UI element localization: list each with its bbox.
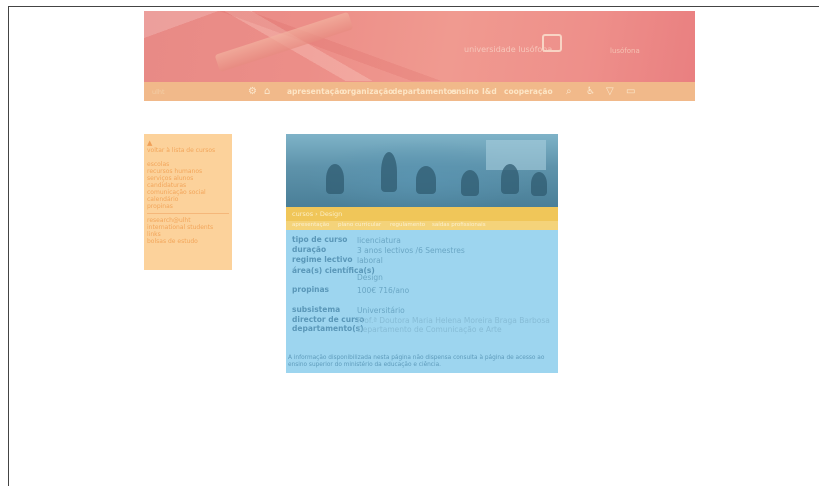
info-value: Design bbox=[357, 273, 383, 282]
info-value: 100€ 716/ano bbox=[357, 286, 410, 295]
sidebar-item-recursos-humanos[interactable]: recursos humanos bbox=[147, 168, 229, 175]
accessibility-icon[interactable]: ♿ bbox=[586, 86, 595, 97]
sidebar-item-candidaturas[interactable]: candidaturas bbox=[147, 182, 229, 189]
tab-regulamento[interactable]: regulamento bbox=[390, 222, 425, 228]
nav-link-departamentos[interactable]: departamentos bbox=[392, 87, 457, 96]
home-icon[interactable]: ⌂ bbox=[264, 86, 270, 97]
info-label: subsistema bbox=[292, 305, 341, 314]
photo-figure bbox=[326, 164, 344, 194]
sidebar-group-main: escolas recursos humanos serviços alunos… bbox=[147, 161, 229, 210]
book-icon[interactable]: ▭ bbox=[626, 86, 635, 97]
nav-link-ensino[interactable]: ensino bbox=[451, 87, 479, 96]
info-label: propinas bbox=[292, 285, 330, 294]
site-label: ulht bbox=[152, 87, 165, 96]
tab-saidas-profissionais[interactable]: saídas profissionais bbox=[432, 222, 486, 228]
photo-figure bbox=[531, 172, 547, 196]
tab-apresentacao[interactable]: apresentação bbox=[292, 222, 329, 228]
sidebar: ▲ voltar à lista de cursos escolas recur… bbox=[144, 134, 232, 270]
course-tabs: apresentação plano curricular regulament… bbox=[286, 221, 558, 230]
nav-link-organizacao[interactable]: organização bbox=[342, 87, 393, 96]
info-value: laboral bbox=[357, 256, 383, 265]
sidebar-item-bolsas[interactable]: bolsas de estudo bbox=[147, 238, 229, 245]
sidebar-group-secondary: research@ulht international students lin… bbox=[147, 217, 229, 245]
classroom-photo bbox=[286, 134, 558, 207]
photo-figure bbox=[501, 164, 519, 194]
breadcrumb: cursos › Design bbox=[286, 207, 558, 221]
sidebar-divider bbox=[147, 213, 229, 214]
back-to-courses-link[interactable]: voltar à lista de cursos bbox=[147, 147, 229, 155]
photo-window bbox=[486, 140, 546, 170]
info-label: regime lectivo bbox=[292, 255, 353, 264]
header-artwork bbox=[144, 11, 695, 81]
info-label: área(s) científica(s) bbox=[292, 266, 375, 275]
search-icon[interactable]: ⌕ bbox=[566, 86, 572, 97]
header-small-text: lusófona bbox=[610, 47, 640, 55]
department-link[interactable]: Departamento de Comunicação e Arte bbox=[357, 325, 502, 334]
course-content: cursos › Design apresentação plano curri… bbox=[286, 134, 558, 373]
tab-plano-curricular[interactable]: plano curricular bbox=[338, 222, 381, 228]
top-navigation: ulht ⚙ ⌂ apresentação organização depart… bbox=[144, 82, 695, 101]
sidebar-item-comunicacao-social[interactable]: comunicação social bbox=[147, 189, 229, 196]
sidebar-item-calendario[interactable]: calendário bbox=[147, 196, 229, 203]
up-arrow-icon[interactable]: ▲ bbox=[147, 140, 229, 147]
photo-figure bbox=[381, 152, 397, 192]
tv-logo-icon bbox=[542, 34, 562, 52]
sidebar-item-propinas[interactable]: propinas bbox=[147, 203, 229, 210]
gear-icon[interactable]: ⚙ bbox=[248, 86, 257, 97]
filter-icon[interactable]: ▽ bbox=[606, 86, 614, 97]
info-label: departamento(s) bbox=[292, 324, 364, 333]
info-value: 3 anos lectivos /6 Semestres bbox=[357, 246, 465, 255]
photo-figure bbox=[461, 170, 479, 196]
sidebar-item-links[interactable]: links bbox=[147, 231, 229, 238]
nav-link-id[interactable]: I&d bbox=[482, 87, 497, 96]
photo-figure bbox=[416, 166, 436, 194]
info-value: Universitário bbox=[357, 306, 405, 315]
brand-text: universidade lusófona bbox=[464, 45, 553, 54]
director-link[interactable]: Prof.ª Doutora Maria Helena Moreira Brag… bbox=[357, 316, 550, 325]
sidebar-item-escolas[interactable]: escolas bbox=[147, 161, 229, 168]
sidebar-item-servicos-alunos[interactable]: serviços alunos bbox=[147, 175, 229, 182]
sidebar-item-research[interactable]: research@ulht bbox=[147, 217, 229, 224]
nav-link-cooperacao[interactable]: cooperação bbox=[504, 87, 553, 96]
disclaimer-text: A informação disponibilizada nesta págin… bbox=[288, 355, 545, 368]
breadcrumb-text[interactable]: cursos › Design bbox=[292, 210, 342, 218]
nav-link-apresentacao[interactable]: apresentação bbox=[287, 87, 344, 96]
info-label: duração bbox=[292, 245, 327, 254]
info-label: tipo de curso bbox=[292, 235, 348, 244]
sidebar-item-international-students[interactable]: international students bbox=[147, 224, 229, 231]
info-value: licenciatura bbox=[357, 236, 401, 245]
info-label: director de curso bbox=[292, 315, 365, 324]
